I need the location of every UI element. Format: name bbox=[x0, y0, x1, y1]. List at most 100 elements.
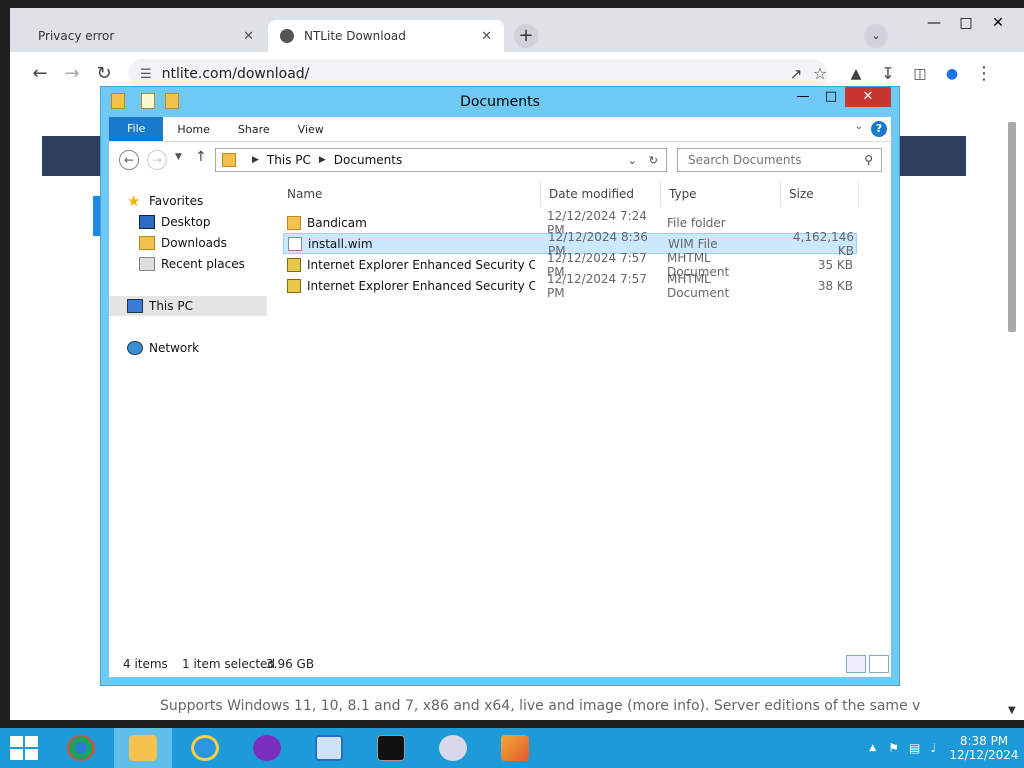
scrollbar-thumb[interactable] bbox=[1008, 122, 1016, 332]
close-button[interactable]: ✕ bbox=[982, 12, 1014, 34]
site-info-icon[interactable]: ☰ bbox=[140, 67, 152, 82]
nav-downloads[interactable]: Downloads bbox=[139, 233, 227, 253]
refresh-icon[interactable]: ↻ bbox=[649, 154, 658, 167]
bookmark-star-icon[interactable]: ☆ bbox=[808, 62, 832, 86]
forward-icon[interactable]: → bbox=[147, 150, 167, 170]
explorer-window: Documents — □ ✕ File Home Share View ⌄ ?… bbox=[100, 86, 900, 686]
chevron-right-icon[interactable]: ▶ bbox=[252, 155, 259, 165]
taskbar-ntlite[interactable] bbox=[486, 728, 544, 768]
url-text: ntlite.com/download/ bbox=[161, 66, 310, 82]
tab-search-button[interactable]: ⌄ bbox=[864, 24, 888, 48]
taskbar-command-prompt[interactable] bbox=[362, 728, 420, 768]
tab-ntlite-download[interactable]: NTLite Download ✕ bbox=[268, 20, 504, 52]
breadcrumb[interactable]: ▶ This PC ▶ Documents ⌄ ↻ bbox=[215, 148, 667, 172]
nav-label: Favorites bbox=[149, 194, 204, 208]
navigation-pane: ★ Favorites Desktop Downloads Recent pla… bbox=[109, 177, 267, 647]
ribbon-tabs: File Home Share View ⌄ ? bbox=[109, 117, 891, 141]
nav-label: Network bbox=[149, 341, 200, 355]
nav-network[interactable]: Network bbox=[127, 338, 199, 358]
explorer-title-bar[interactable]: Documents — □ ✕ bbox=[101, 87, 899, 117]
search-icon[interactable]: ⚲ bbox=[864, 149, 873, 171]
desktop-icon bbox=[139, 215, 155, 229]
tab-privacy-error[interactable]: Privacy error ✕ bbox=[26, 20, 266, 52]
maximize-button[interactable]: □ bbox=[817, 87, 845, 107]
start-button[interactable] bbox=[10, 736, 38, 760]
nav-favorites[interactable]: ★ Favorites bbox=[127, 191, 203, 211]
page-footer-text: Supports Windows 11, 10, 8.1 and 7, x86 … bbox=[160, 698, 920, 714]
menu-icon[interactable]: ⋮ bbox=[972, 62, 996, 86]
back-icon[interactable]: ← bbox=[28, 62, 52, 86]
chevron-right-icon[interactable]: ▶ bbox=[319, 155, 326, 165]
window-title: Documents bbox=[460, 94, 540, 110]
help-icon[interactable]: ? bbox=[871, 121, 887, 137]
tab-home[interactable]: Home bbox=[163, 123, 223, 136]
file-name: install.wim bbox=[308, 236, 373, 251]
clock[interactable]: 8:38 PM 12/12/2024 bbox=[944, 734, 1024, 762]
taskbar-server-manager[interactable] bbox=[300, 728, 358, 768]
page-scrollbar[interactable]: ▼ bbox=[1006, 116, 1018, 716]
clock-date: 12/12/2024 bbox=[949, 748, 1019, 762]
reload-icon[interactable]: ↻ bbox=[92, 62, 116, 86]
minimize-button[interactable]: — bbox=[918, 12, 950, 34]
address-bar[interactable]: ☰ ntlite.com/download/ bbox=[128, 59, 828, 89]
column-size[interactable]: Size bbox=[781, 181, 859, 207]
file-date: 12/12/2024 7:57 PM bbox=[547, 271, 647, 300]
close-button[interactable]: ✕ bbox=[845, 87, 891, 107]
globe-icon bbox=[280, 29, 294, 43]
close-icon[interactable]: ✕ bbox=[481, 29, 492, 44]
file-row[interactable]: Internet Explorer Enhanced Security Conf… bbox=[283, 272, 857, 300]
column-name[interactable]: Name bbox=[279, 181, 541, 207]
tab-share[interactable]: Share bbox=[224, 123, 284, 136]
volume-muted-icon[interactable]: ♩ bbox=[930, 741, 936, 755]
file-type: MHTML Document bbox=[667, 271, 730, 300]
profile-icon[interactable]: ● bbox=[940, 62, 964, 86]
details-view-icon[interactable] bbox=[846, 655, 866, 673]
side-panel-icon[interactable]: ◫ bbox=[908, 62, 932, 86]
nav-this-pc[interactable]: This PC bbox=[109, 296, 267, 316]
action-center-flag-icon[interactable]: ⚑ bbox=[888, 741, 899, 755]
close-icon[interactable]: ✕ bbox=[243, 29, 254, 44]
taskbar-media-player[interactable] bbox=[238, 728, 296, 768]
breadcrumb-this-pc[interactable]: This PC bbox=[267, 153, 311, 167]
column-date-modified[interactable]: Date modified bbox=[541, 181, 661, 207]
taskbar-chrome[interactable] bbox=[52, 728, 110, 768]
document-icon bbox=[288, 236, 302, 251]
download-icon[interactable]: ↧ bbox=[876, 62, 900, 86]
column-type[interactable]: Type bbox=[661, 181, 781, 207]
nav-desktop[interactable]: Desktop bbox=[139, 212, 211, 232]
taskbar-file-explorer[interactable] bbox=[114, 728, 172, 768]
maximize-button[interactable]: □ bbox=[950, 12, 982, 34]
minimize-button[interactable]: — bbox=[789, 87, 817, 107]
column-headers: Name Date modified Type Size bbox=[279, 181, 859, 207]
up-arrow-icon[interactable]: ↑ bbox=[195, 149, 207, 165]
mhtml-icon bbox=[287, 278, 301, 293]
large-icons-view-icon[interactable] bbox=[869, 655, 889, 673]
chevron-down-icon[interactable]: ⌄ bbox=[628, 154, 637, 167]
nav-label: Desktop bbox=[161, 215, 211, 229]
star-icon: ★ bbox=[127, 192, 141, 210]
scroll-down-icon[interactable]: ▼ bbox=[1008, 705, 1016, 716]
nav-label: Downloads bbox=[161, 236, 227, 250]
labs-flask-icon[interactable]: ▲ bbox=[844, 62, 868, 86]
tab-view[interactable]: View bbox=[284, 123, 338, 136]
mhtml-icon bbox=[287, 257, 301, 272]
breadcrumb-documents[interactable]: Documents bbox=[334, 153, 402, 167]
network-icon bbox=[127, 341, 143, 355]
show-hidden-icons-icon[interactable]: ▲ bbox=[869, 743, 876, 753]
recent-locations-icon[interactable]: ▼ bbox=[175, 152, 182, 162]
item-count: 4 items bbox=[123, 657, 168, 671]
network-tray-icon[interactable]: ▤ bbox=[909, 741, 920, 755]
taskbar-internet-explorer[interactable] bbox=[176, 728, 234, 768]
taskbar-disk-tool[interactable] bbox=[424, 728, 482, 768]
share-icon[interactable]: ↗ bbox=[784, 62, 808, 86]
file-name: Bandicam bbox=[307, 215, 367, 230]
new-tab-button[interactable]: + bbox=[514, 24, 538, 48]
expand-ribbon-icon[interactable]: ⌄ bbox=[855, 121, 863, 132]
tab-file[interactable]: File bbox=[109, 117, 164, 141]
nav-label: This PC bbox=[149, 299, 193, 313]
back-icon[interactable]: ← bbox=[119, 150, 139, 170]
nav-recent-places[interactable]: Recent places bbox=[139, 254, 245, 274]
search-input[interactable]: Search Documents ⚲ bbox=[677, 148, 882, 172]
forward-icon[interactable]: → bbox=[60, 62, 84, 86]
browser-window-controls: — □ ✕ bbox=[918, 12, 1014, 34]
